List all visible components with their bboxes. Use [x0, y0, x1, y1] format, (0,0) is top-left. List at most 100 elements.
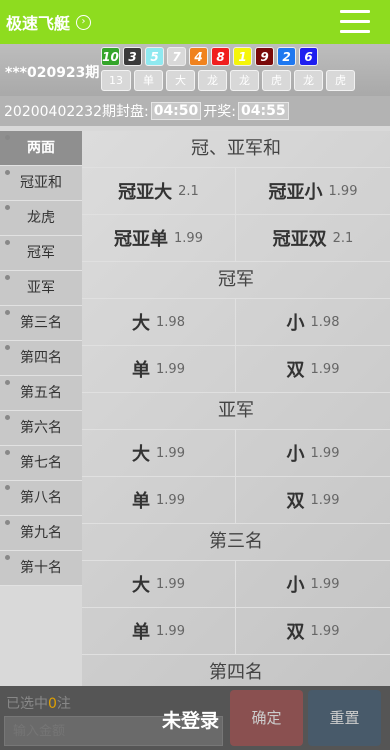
sidebar-item[interactable]: 第五名 [0, 376, 82, 411]
bet-option[interactable]: 小 1.99 [236, 430, 390, 477]
bet-option[interactable]: 冠亚大 2.1 [82, 168, 236, 215]
result-ball: 5 [145, 47, 164, 66]
bet-option-odds: 1.99 [156, 445, 185, 461]
bet-option-name: 单 [132, 491, 151, 512]
bet-option-odds: 2.1 [178, 183, 199, 199]
bet-option-name: 冠亚大 [118, 182, 173, 203]
result-tag: 龙 [198, 70, 227, 91]
bet-option-name: 大 [132, 444, 151, 465]
bet-option[interactable]: 单 1.99 [82, 346, 236, 393]
bet-option[interactable]: 大 1.99 [82, 430, 236, 477]
bet-option[interactable]: 小 1.99 [236, 561, 390, 608]
sidebar-item[interactable]: 第十名 [0, 551, 82, 586]
bet-bar: 已选中0注 未登录 确定 重置 [0, 686, 390, 750]
odds-grid: 大 1.99 小 1.99 单 1.99 双 1.99 [82, 429, 390, 524]
result-tag: 13 [101, 70, 131, 91]
sidebar-item[interactable]: 第八名 [0, 481, 82, 516]
result-tag: 龙 [294, 70, 323, 91]
sidebar-item[interactable]: 龙虎 [0, 201, 82, 236]
result-ball: 4 [189, 47, 208, 66]
bet-option-name: 双 [286, 360, 305, 381]
bet-option-odds: 1.99 [174, 230, 203, 246]
bet-option-name: 大 [132, 313, 151, 334]
game-title[interactable]: 极速飞艇 [6, 10, 70, 34]
bet-option-odds: 1.99 [156, 623, 185, 639]
draw-label: 开奖: [203, 104, 236, 120]
bet-option-name: 小 [286, 313, 305, 334]
bet-option-odds: 1.99 [310, 445, 340, 461]
result-tag: 龙 [230, 70, 259, 91]
bet-option-odds: 1.99 [310, 492, 340, 508]
result-tags: 13 单大龙龙虎龙虎 [101, 70, 355, 91]
bet-option[interactable]: 大 1.99 [82, 561, 236, 608]
reset-button[interactable]: 重置 [308, 690, 381, 746]
bet-option-odds: 1.98 [310, 314, 340, 330]
sidebar-item[interactable]: 冠军 [0, 236, 82, 271]
bet-option-name: 冠亚小 [268, 182, 323, 203]
section-title: 冠军 [218, 269, 254, 290]
bet-option-name: 冠亚双 [272, 229, 327, 250]
odds-panel: 冠、亚军和 冠亚大 2.1 冠亚小 1.99 冠亚单 1.99 冠亚双 2.1 冠军大 1.98 小 1… [82, 131, 390, 686]
odds-grid: 大 1.98 小 1.98 单 1.99 双 1.99 [82, 298, 390, 393]
result-ball: 2 [277, 47, 296, 66]
selection-count: 已选中0注 [6, 696, 71, 712]
bet-option-odds: 1.99 [156, 361, 185, 377]
timer-bar: 20200402232期封盘: 04:50 开奖: 04:55 [0, 96, 390, 126]
result-tag: 单 [134, 70, 163, 91]
category-sidebar: 两面 冠亚和 龙虎 冠军 亚军 第三名 第四名 第五名 第六名 第七名 第八名 第九名 第十名 [0, 131, 82, 586]
bet-option[interactable]: 大 1.98 [82, 299, 236, 346]
bet-option[interactable]: 冠亚单 1.99 [82, 215, 236, 262]
bet-option[interactable]: 小 1.98 [236, 299, 390, 346]
bet-option[interactable]: 冠亚双 2.1 [236, 215, 390, 262]
odds-grid: 大 1.99 小 1.99 单 1.99 双 1.99 [82, 560, 390, 655]
bet-option[interactable]: 单 1.99 [82, 608, 236, 655]
chevron-right-circle-icon[interactable]: › [76, 14, 92, 30]
result-ball: 3 [123, 47, 142, 66]
section-title: 第四名 [209, 662, 263, 683]
bet-option[interactable]: 单 1.99 [82, 477, 236, 524]
bet-option-odds: 1.99 [156, 576, 185, 592]
bet-option-odds: 1.99 [310, 576, 340, 592]
section-title: 亚军 [218, 400, 254, 421]
result-ball: 1 [233, 47, 252, 66]
period-close-label: 20200402232期封盘: [4, 104, 149, 120]
bet-option-name: 小 [286, 444, 305, 465]
close-countdown: 04:50 [150, 102, 202, 120]
result-ball: 7 [167, 47, 186, 66]
last-period: ***020923期 [5, 65, 100, 81]
odds-grid: 冠亚大 2.1 冠亚小 1.99 冠亚单 1.99 冠亚双 2.1 [82, 167, 390, 262]
sidebar-item[interactable]: 第三名 [0, 306, 82, 341]
bet-option-name: 单 [132, 360, 151, 381]
section-title: 冠、亚军和 [191, 138, 281, 159]
top-bar: 极速飞艇 › [0, 0, 390, 44]
bet-option-odds: 2.1 [332, 230, 354, 246]
login-status[interactable]: 未登录 [162, 706, 219, 733]
result-balls: 10 3 5 7 4 8 1 9 2 6 [101, 47, 318, 66]
bet-option-name: 单 [132, 622, 151, 643]
bet-option-name: 冠亚单 [114, 229, 169, 250]
bet-option[interactable]: 双 1.99 [236, 346, 390, 393]
sidebar-item[interactable]: 冠亚和 [0, 166, 82, 201]
sidebar-item[interactable]: 第九名 [0, 516, 82, 551]
bet-option-odds: 1.98 [156, 314, 185, 330]
draw-countdown: 04:55 [238, 102, 289, 120]
bet-option[interactable]: 双 1.99 [236, 608, 390, 655]
sidebar-item[interactable]: 第七名 [0, 446, 82, 481]
section-title: 第三名 [209, 531, 263, 552]
bet-option[interactable]: 双 1.99 [236, 477, 390, 524]
sidebar-item[interactable]: 亚军 [0, 271, 82, 306]
result-tag: 大 [166, 70, 195, 91]
sidebar-item[interactable]: 第四名 [0, 341, 82, 376]
result-ball: 9 [255, 47, 274, 66]
result-tag: 虎 [326, 70, 355, 91]
sidebar-item[interactable]: 第六名 [0, 411, 82, 446]
bet-option-name: 双 [286, 622, 305, 643]
result-ball: 8 [211, 47, 230, 66]
confirm-button[interactable]: 确定 [230, 690, 303, 746]
sidebar-item[interactable]: 两面 [0, 131, 82, 166]
bet-option-name: 大 [132, 575, 151, 596]
bet-option-odds: 1.99 [310, 623, 340, 639]
menu-icon[interactable] [340, 10, 370, 34]
bet-option[interactable]: 冠亚小 1.99 [236, 168, 390, 215]
result-tag: 虎 [262, 70, 291, 91]
